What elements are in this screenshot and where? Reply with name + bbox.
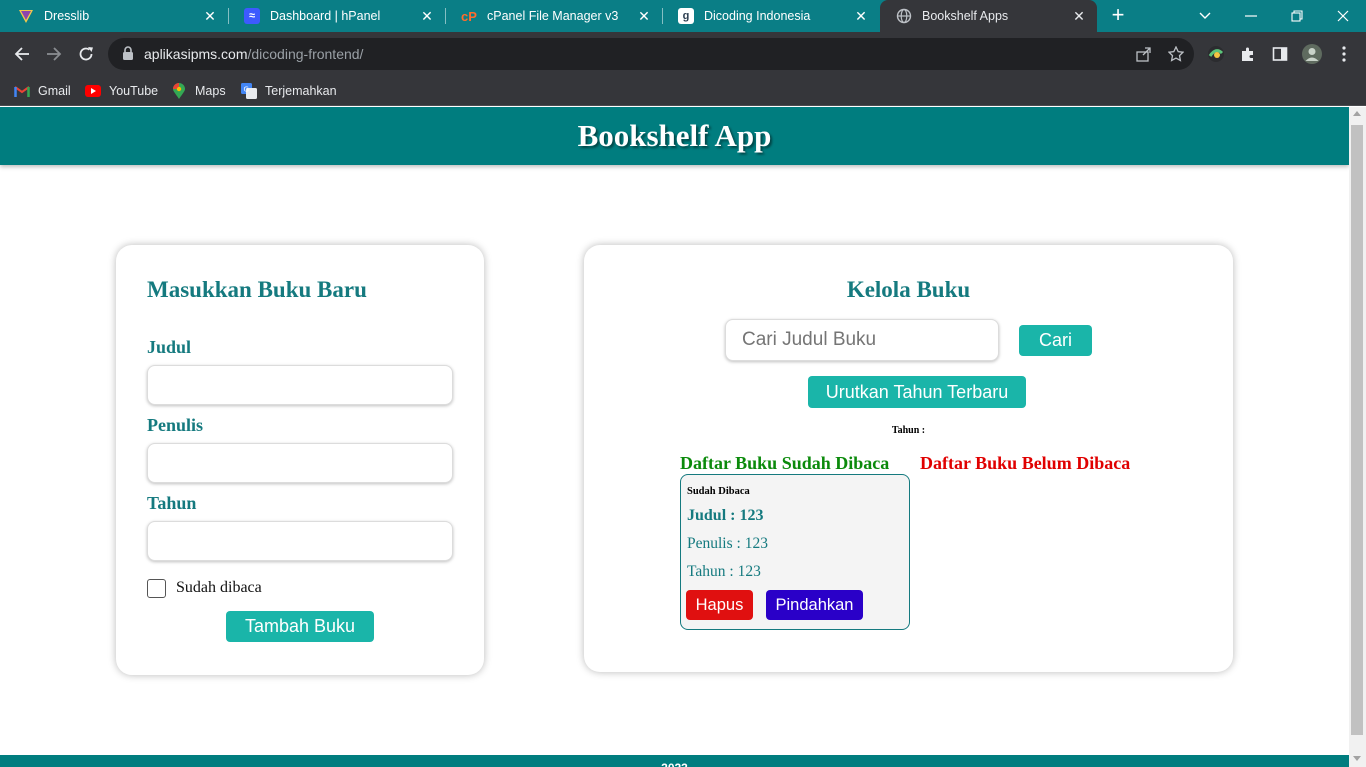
tab-title: Dashboard | hPanel [270, 9, 381, 23]
book-year: Tahun : 123 [687, 563, 761, 580]
new-tab-plus-icon[interactable]: + [1106, 4, 1130, 28]
book-status: Sudah Dibaca [687, 486, 750, 497]
manage-heading: Kelola Buku [846, 277, 971, 302]
bookmark-youtube[interactable]: YouTube [85, 82, 158, 100]
cpanel-favicon: cP [461, 8, 477, 24]
book-title-input[interactable] [147, 365, 453, 405]
page-scrollbar[interactable] [1349, 107, 1366, 767]
scrollbar-thumb[interactable] [1351, 125, 1363, 735]
chrome-menu-icon[interactable] [1330, 40, 1358, 68]
tab-title: cPanel File Manager v3 [487, 9, 619, 23]
tab-search-chevron-icon[interactable] [1182, 0, 1228, 32]
url-host: aplikasipms.com [144, 46, 248, 62]
dicoding-favicon: g [678, 8, 694, 24]
form-heading: Masukkan Buku Baru [147, 277, 367, 302]
restore-icon[interactable] [1274, 0, 1320, 32]
tab-bookshelf-apps[interactable]: Bookshelf Apps ✕ [880, 0, 1097, 32]
gmail-icon [14, 84, 30, 98]
new-book-form: Masukkan Buku Baru Judul Penulis Tahun S… [116, 245, 484, 675]
tab-cpanel[interactable]: cP cPanel File Manager v3 ✕ [445, 0, 663, 32]
close-icon[interactable]: ✕ [419, 8, 435, 24]
svg-text:G: G [244, 86, 249, 94]
side-panel-icon[interactable] [1266, 40, 1294, 68]
bookmarks-bar: Gmail YouTube Maps G Terjemahkan [0, 76, 1366, 106]
close-icon[interactable]: ✕ [853, 8, 869, 24]
read-checkbox-label: Sudah dibaca [176, 579, 262, 596]
dresslib-favicon [18, 8, 34, 24]
scroll-down-arrow-icon[interactable] [1353, 756, 1361, 761]
year-label: Tahun [147, 493, 197, 513]
delete-book-button[interactable]: Hapus [686, 590, 753, 620]
read-checkbox[interactable] [147, 579, 166, 598]
translate-icon: G [241, 83, 257, 99]
move-book-button[interactable]: Pindahkan [766, 590, 863, 620]
book-title: Judul : 123 [687, 507, 764, 524]
browser-toolbar: aplikasipms.com/dicoding-frontend/ [0, 32, 1366, 76]
page-viewport: Bookshelf App Masukkan Buku Baru Judul P… [0, 107, 1349, 767]
youtube-icon [85, 84, 101, 98]
author-label: Penulis [147, 415, 204, 435]
tab-hpanel[interactable]: ≈ Dashboard | hPanel ✕ [228, 0, 446, 32]
maps-icon [171, 83, 187, 99]
book-year-input[interactable] [147, 521, 453, 561]
page-title: Bookshelf App [577, 118, 772, 153]
add-book-button[interactable]: Tambah Buku [226, 611, 374, 642]
extensions-puzzle-icon[interactable] [1234, 40, 1262, 68]
app-header: Bookshelf App [0, 107, 1349, 165]
footer-text: 2023 [0, 761, 1349, 767]
manage-books-panel: Kelola Buku Cari Judul Buku Cari Urutkan… [584, 245, 1233, 672]
title-label: Judul [147, 337, 192, 357]
reload-icon[interactable] [72, 40, 100, 68]
unread-list-title: Daftar Buku Belum Dibaca [920, 453, 1131, 473]
bookmark-label: Gmail [38, 84, 71, 98]
close-icon[interactable]: ✕ [1071, 8, 1087, 24]
page-footer: 2023 [0, 755, 1349, 767]
bookmark-label: Maps [195, 84, 226, 98]
bookmark-star-icon[interactable] [1166, 44, 1186, 64]
share-icon[interactable] [1134, 44, 1154, 64]
scroll-up-arrow-icon[interactable] [1353, 111, 1361, 116]
year-filter-label: Tahun : [891, 425, 926, 436]
close-window-icon[interactable] [1320, 0, 1366, 32]
hpanel-favicon: ≈ [244, 8, 260, 24]
globe-icon [896, 8, 912, 24]
minimize-icon[interactable] [1228, 0, 1274, 32]
address-bar[interactable]: aplikasipms.com/dicoding-frontend/ [108, 38, 1194, 70]
tab-dresslib[interactable]: Dresslib ✕ [2, 0, 229, 32]
book-author: Penulis : 123 [687, 535, 768, 552]
back-arrow-icon[interactable] [8, 40, 36, 68]
close-icon[interactable]: ✕ [202, 8, 218, 24]
search-placeholder: Cari Judul Buku [742, 329, 877, 350]
tab-title: Dicoding Indonesia [704, 9, 811, 23]
search-button[interactable]: Cari [1019, 325, 1092, 356]
bookmark-label: Terjemahkan [265, 84, 337, 98]
bookmark-label: YouTube [109, 84, 159, 98]
bookmark-gmail[interactable]: Gmail [14, 82, 71, 100]
close-icon[interactable]: ✕ [636, 8, 652, 24]
tab-title: Bookshelf Apps [922, 9, 1009, 23]
tab-title: Dresslib [44, 9, 90, 23]
bookmark-maps[interactable]: Maps [171, 82, 226, 100]
tab-dicoding[interactable]: g Dicoding Indonesia ✕ [662, 0, 879, 32]
book-author-input[interactable] [147, 443, 453, 483]
profile-avatar[interactable] [1298, 40, 1326, 68]
sort-by-year-button[interactable]: Urutkan Tahun Terbaru [808, 376, 1026, 408]
bookmark-translate[interactable]: G Terjemahkan [241, 82, 337, 100]
extension-color-icon[interactable] [1202, 40, 1230, 68]
url-path: /dicoding-frontend/ [247, 46, 364, 62]
forward-arrow-icon[interactable] [40, 40, 68, 68]
browser-tab-strip: Dresslib ✕ ≈ Dashboard | hPanel ✕ cP cPa… [0, 0, 1366, 32]
book-item: Sudah Dibaca Judul : 123 Penulis : 123 T… [680, 474, 910, 630]
search-input[interactable]: Cari Judul Buku [725, 319, 999, 361]
read-list-title: Daftar Buku Sudah Dibaca [680, 453, 890, 473]
lock-icon [122, 45, 134, 63]
